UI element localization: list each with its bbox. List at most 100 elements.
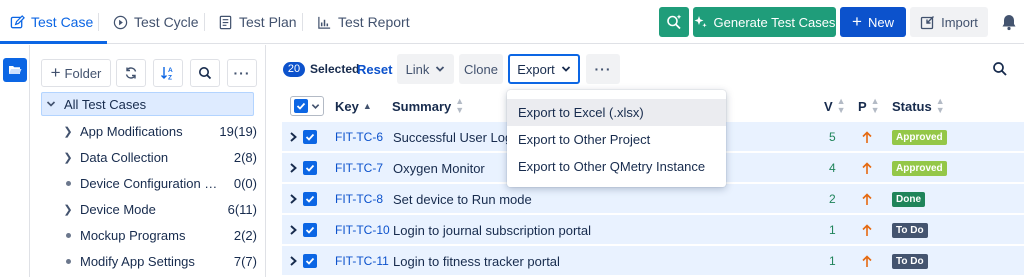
status-label: Approved [892,129,947,145]
add-folder-label: Folder [64,65,102,81]
edit-icon [10,14,25,28]
column-header-summary[interactable]: Summary ▲ ▼ [392,92,464,120]
divider [302,13,303,31]
expand-row-button[interactable] [289,246,298,276]
export-dropdown-button[interactable]: Export [508,54,580,84]
ai-search-button[interactable] [659,7,689,37]
folder-count: 2(8) [233,149,257,165]
export-menu: Export to Excel (.xlsx) Export to Other … [507,90,726,187]
search-icon[interactable] [992,61,1008,77]
version-cell: 2 [829,192,836,206]
bullet-icon [61,229,75,241]
folder-label: Device Mode [80,201,156,217]
export-other-project-option[interactable]: Export to Other Project [507,126,726,153]
folder-item[interactable]: Modify App Settings 7(7) [61,249,257,273]
table-row[interactable]: FIT-TC-11 Login to fitness tracker portal… [282,246,1024,276]
new-button[interactable]: + New [840,7,906,37]
status-label: To Do [892,253,928,269]
folder-item[interactable]: ❯ App Modifications 19(19) [61,119,257,143]
refresh-button[interactable] [116,59,146,87]
status-badge: To Do [892,215,928,245]
link-label: Link [405,61,430,77]
test-case-key-link[interactable]: FIT-TC-7 [335,153,383,183]
test-case-key-link[interactable]: FIT-TC-10 [335,215,390,245]
generate-label: Generate Test Cases [713,14,836,30]
summary-cell: Successful User Login [393,129,523,145]
column-header-status[interactable]: Status ▲ ▼ [892,92,945,120]
summary-cell: Oxygen Monitor [393,160,485,176]
reset-link[interactable]: Reset [357,62,392,77]
folder-item[interactable]: ❯ Data Collection 2(8) [61,145,257,169]
sort-button[interactable]: AZ [153,59,183,87]
import-button[interactable]: Import [910,7,988,37]
tab-test-report[interactable]: Test Report [317,0,410,44]
column-header-priority[interactable]: P ▲ ▼ [858,92,880,120]
sort-az-icon: AZ [161,67,173,82]
folder-item[interactable]: Mockup Programs 2(2) [61,223,257,247]
divider [204,13,205,31]
export-excel-option[interactable]: Export to Excel (.xlsx) [507,99,726,126]
folder-item[interactable]: Device Configuration fo... 0(0) [61,171,257,195]
tab-test-case[interactable]: Test Case [0,0,108,44]
folder-count: 2(2) [233,227,257,243]
bell-icon[interactable] [1000,13,1018,31]
tab-test-cycle[interactable]: Test Cycle [113,0,199,44]
sort-asc-icon: ▲ [362,100,372,111]
import-icon [920,15,935,29]
expand-row-button[interactable] [289,215,298,245]
table-row[interactable]: FIT-TC-8 Set device to Run mode 2 Done [282,184,1024,214]
bar-chart-icon [318,16,331,29]
folder-label: App Modifications [80,123,183,139]
folder-count: 19(19) [219,123,257,139]
select-all-control[interactable] [290,92,324,120]
row-checkbox[interactable] [303,184,317,214]
test-case-key-link[interactable]: FIT-TC-11 [335,246,389,276]
expand-row-button[interactable] [289,153,298,183]
chevron-right-icon [290,256,297,266]
generate-test-cases-button[interactable]: Generate Test Cases [693,7,836,37]
left-rail [0,45,30,277]
select-all-checkbox[interactable] [294,99,308,113]
clone-button[interactable]: Clone [459,54,503,84]
folder-label: Device Configuration fo... [80,175,218,191]
chevron-right-icon [290,194,297,204]
folder-more-button[interactable]: ··· [227,59,257,87]
row-checkbox[interactable] [303,122,317,152]
status-badge: Approved [892,153,947,183]
chevron-right-icon[interactable]: ❯ [61,151,75,164]
chevron-right-icon[interactable]: ❯ [61,203,75,216]
test-case-key-link[interactable]: FIT-TC-6 [335,122,383,152]
link-dropdown-button[interactable]: Link [397,54,454,84]
column-header-key[interactable]: Key ▲ [335,92,372,120]
export-other-instance-option[interactable]: Export to Other QMetry Instance [507,153,726,180]
test-case-key-link[interactable]: FIT-TC-8 [335,184,383,214]
folder-item[interactable]: ❯ Device Mode 6(11) [61,197,257,221]
tab-label: Test Report [338,14,410,30]
tab-test-plan[interactable]: Test Plan [218,0,297,44]
chevron-right-icon [290,225,297,235]
export-label: Export [517,61,555,77]
row-checkbox[interactable] [303,215,317,245]
row-checkbox[interactable] [303,246,317,276]
add-folder-button[interactable]: + Folder [41,59,111,87]
bullet-icon [61,177,75,189]
table-row[interactable]: FIT-TC-10 Login to journal subscription p… [282,215,1024,245]
svg-text:Z: Z [168,75,172,82]
check-icon [305,226,315,234]
column-header-version[interactable]: V ▲ ▼ [824,92,846,120]
chevron-right-icon[interactable]: ❯ [61,125,75,138]
check-icon [296,102,306,110]
expand-row-button[interactable] [289,184,298,214]
priority-arrow-icon [862,122,872,152]
folder-label: Data Collection [80,149,169,165]
more-actions-button[interactable]: ··· [586,54,620,84]
plus-icon: + [852,12,862,31]
tree-root-all-test-cases[interactable]: All Test Cases [41,92,254,116]
check-icon [305,133,315,141]
row-checkbox[interactable] [303,153,317,183]
folder-view-button[interactable] [3,58,27,82]
bullet-icon [61,255,75,267]
expand-row-button[interactable] [289,122,298,152]
folder-search-button[interactable] [190,59,220,87]
chevron-down-icon [311,103,320,109]
